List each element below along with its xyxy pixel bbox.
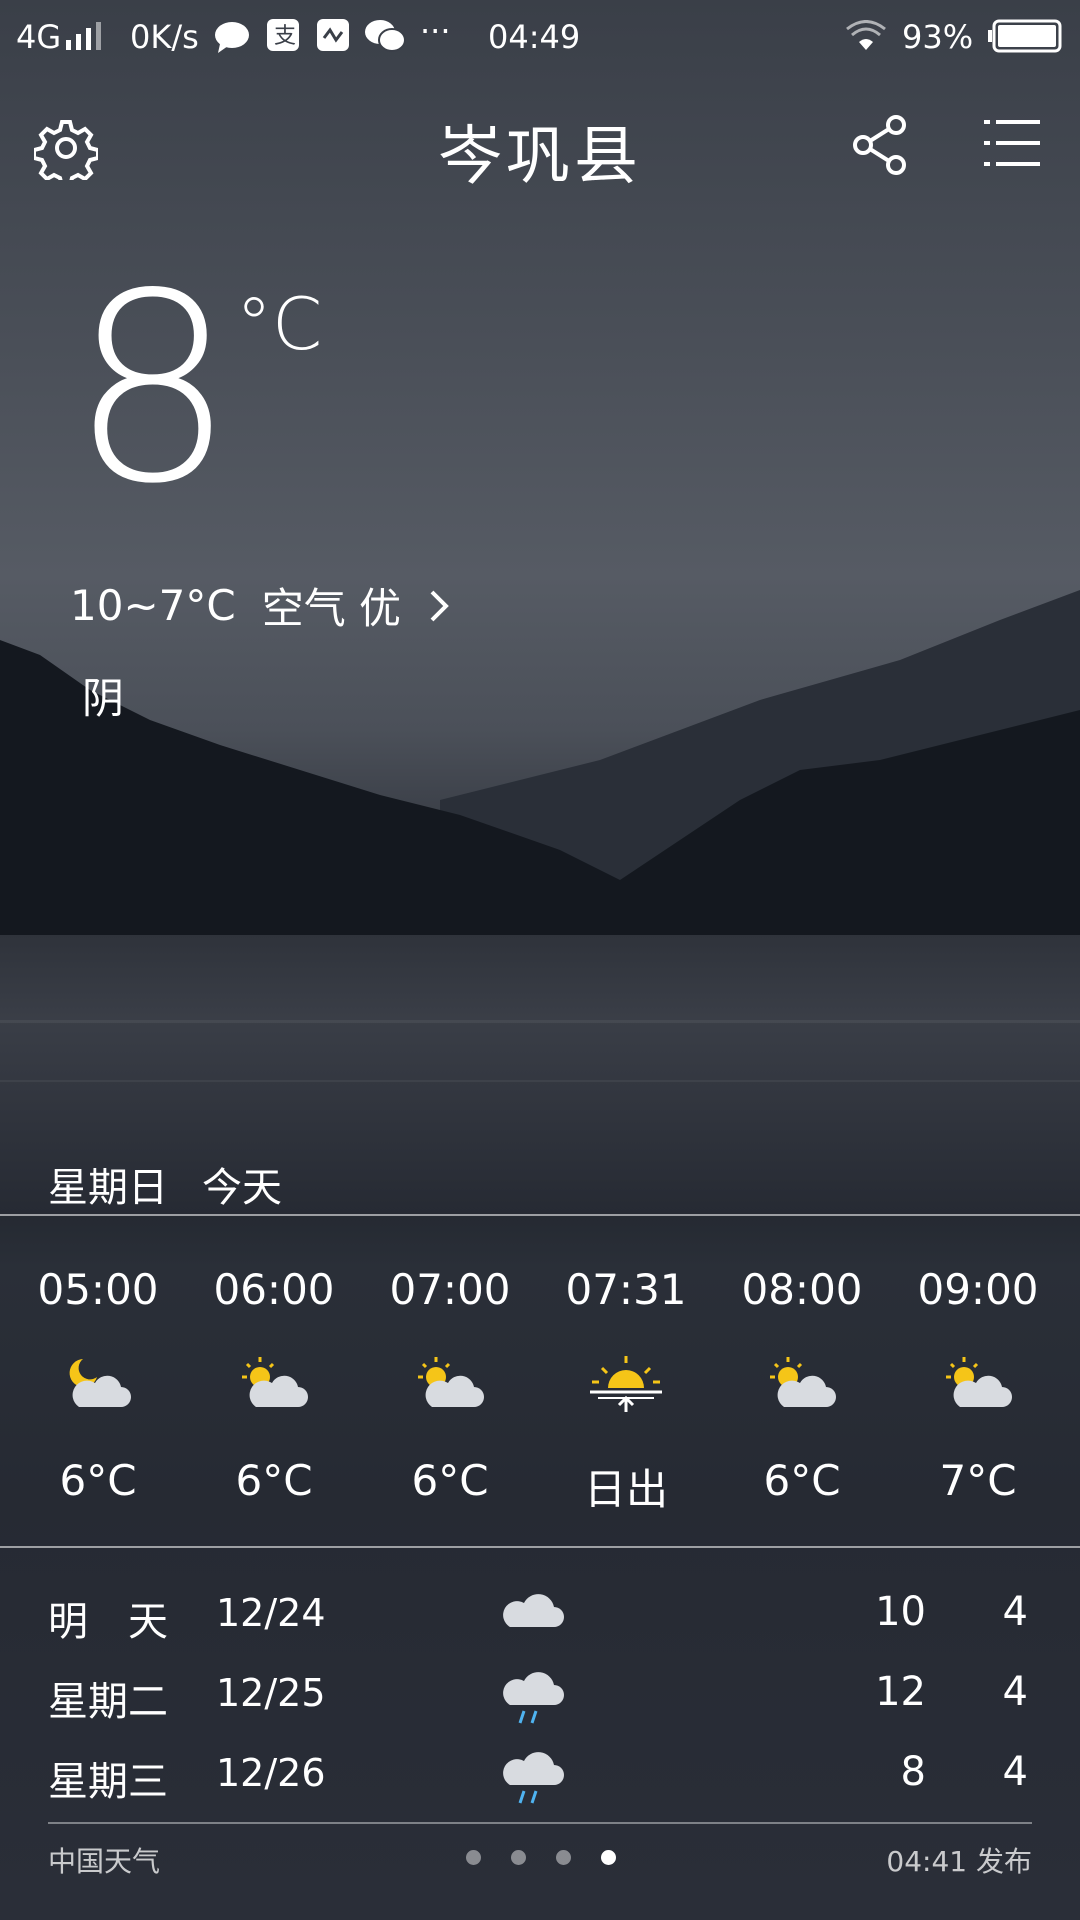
partly-cloudy-icon — [242, 1357, 308, 1407]
daily-row[interactable]: 明 天 12/24 10 4 — [48, 1585, 1038, 1665]
hourly-item: 08:00 6°C — [714, 1265, 890, 1517]
more-notifications: ··· — [420, 12, 451, 50]
day-low: 4 — [1002, 1749, 1028, 1795]
day-date: 12/25 — [216, 1671, 326, 1715]
city-name[interactable]: 岑巩县 — [0, 105, 1080, 197]
hour-time: 07:00 — [389, 1265, 511, 1314]
day-low: 4 — [1002, 1669, 1028, 1715]
air-quality: 空气 优 — [261, 584, 402, 633]
sunrise-icon — [590, 1356, 662, 1412]
alipay-icon: 支 — [267, 19, 299, 51]
day-low: 4 — [1002, 1589, 1028, 1635]
hourly-item: 07:31 日出 — [538, 1265, 714, 1517]
page-dot-active[interactable] — [601, 1850, 616, 1865]
battery-icon — [988, 19, 1062, 53]
status-bar: 4G 0K/s 支 ··· 04:49 93% — [0, 0, 1080, 76]
network-type: 4G — [16, 18, 62, 56]
sunrise-label: 日出 — [583, 1465, 668, 1514]
hour-time: 07:31 — [565, 1265, 687, 1314]
day-label: 星期三 — [48, 1759, 168, 1805]
weather-screen: 4G 0K/s 支 ··· 04:49 93% 岑巩县 8 °C 10~7°C … — [0, 0, 1080, 1920]
temp-range-air-quality[interactable]: 10~7°C 空气 优 — [70, 575, 451, 636]
hour-temperature: 6°C — [763, 1456, 841, 1505]
menu-icon[interactable] — [984, 118, 1040, 168]
day-label: 星期二 — [48, 1679, 168, 1725]
day-high: 8 — [900, 1749, 926, 1795]
partly-cloudy-icon — [946, 1357, 1012, 1407]
day-high: 12 — [875, 1669, 926, 1715]
chevron-right-icon — [430, 590, 449, 621]
page-dot[interactable] — [466, 1850, 481, 1865]
network-speed: 0K/s — [130, 18, 199, 56]
weather-condition: 阴 — [82, 674, 125, 723]
day-date: 12/24 — [216, 1591, 326, 1635]
app-icon — [317, 19, 349, 51]
data-source: 中国天气 — [48, 1845, 161, 1878]
current-temperature: 8 — [70, 239, 236, 541]
wechat-icon — [365, 20, 406, 52]
hourly-forecast[interactable]: 05:00 6°C 06:00 6°C 07:00 6°C 07:31 日出 0… — [10, 1265, 1070, 1517]
today-weekday: 星期日 — [48, 1165, 168, 1211]
temperature-range: 10~7°C — [70, 581, 236, 630]
hour-time: 08:00 — [741, 1265, 863, 1314]
daily-row[interactable]: 星期三 12/26 8 4 — [48, 1745, 1038, 1825]
share-icon[interactable] — [852, 114, 910, 176]
divider — [0, 1214, 1080, 1216]
hour-temperature: 6°C — [411, 1456, 489, 1505]
hour-time: 05:00 — [37, 1265, 159, 1314]
partly-cloudy-icon — [770, 1357, 836, 1407]
hour-temperature: 6°C — [59, 1456, 137, 1505]
hour-time: 09:00 — [917, 1265, 1039, 1314]
today-label: 今天 — [202, 1165, 282, 1211]
page-dot[interactable] — [511, 1850, 526, 1865]
hourly-item: 05:00 6°C — [10, 1265, 186, 1517]
rain-icon — [503, 1752, 564, 1804]
day-high: 10 — [875, 1589, 926, 1635]
cloudy-icon — [503, 1594, 564, 1627]
daily-row[interactable]: 星期二 12/25 12 4 — [48, 1665, 1038, 1745]
hourly-item: 07:00 6°C — [362, 1265, 538, 1517]
divider — [0, 1546, 1080, 1548]
today-header: 星期日 今天 — [48, 1155, 316, 1213]
page-indicator[interactable] — [466, 1850, 616, 1865]
signal-icon — [66, 22, 101, 50]
day-label: 明 天 — [48, 1599, 168, 1645]
message-icon — [215, 22, 249, 53]
clock: 04:49 — [488, 18, 581, 56]
hour-time: 06:00 — [213, 1265, 335, 1314]
partly-cloudy-icon — [418, 1357, 484, 1407]
page-dot[interactable] — [556, 1850, 571, 1865]
hour-temperature: 7°C — [939, 1456, 1017, 1505]
hourly-item: 06:00 6°C — [186, 1265, 362, 1517]
daily-forecast: 明 天 12/24 10 4 星期二 12/25 12 4 星期三 12/26 … — [48, 1585, 1038, 1825]
night-partly-cloudy-icon — [69, 1359, 131, 1407]
battery-percent: 93% — [902, 18, 974, 56]
divider — [48, 1822, 1032, 1824]
temperature-unit: °C — [236, 282, 323, 366]
hourly-item: 09:00 7°C — [890, 1265, 1066, 1517]
svg-text:支: 支 — [274, 24, 296, 49]
hour-temperature: 6°C — [235, 1456, 313, 1505]
rain-icon — [503, 1672, 564, 1724]
publish-time: 04:41 发布 — [886, 1845, 1032, 1878]
day-date: 12/26 — [216, 1751, 326, 1795]
wifi-icon — [846, 20, 886, 50]
